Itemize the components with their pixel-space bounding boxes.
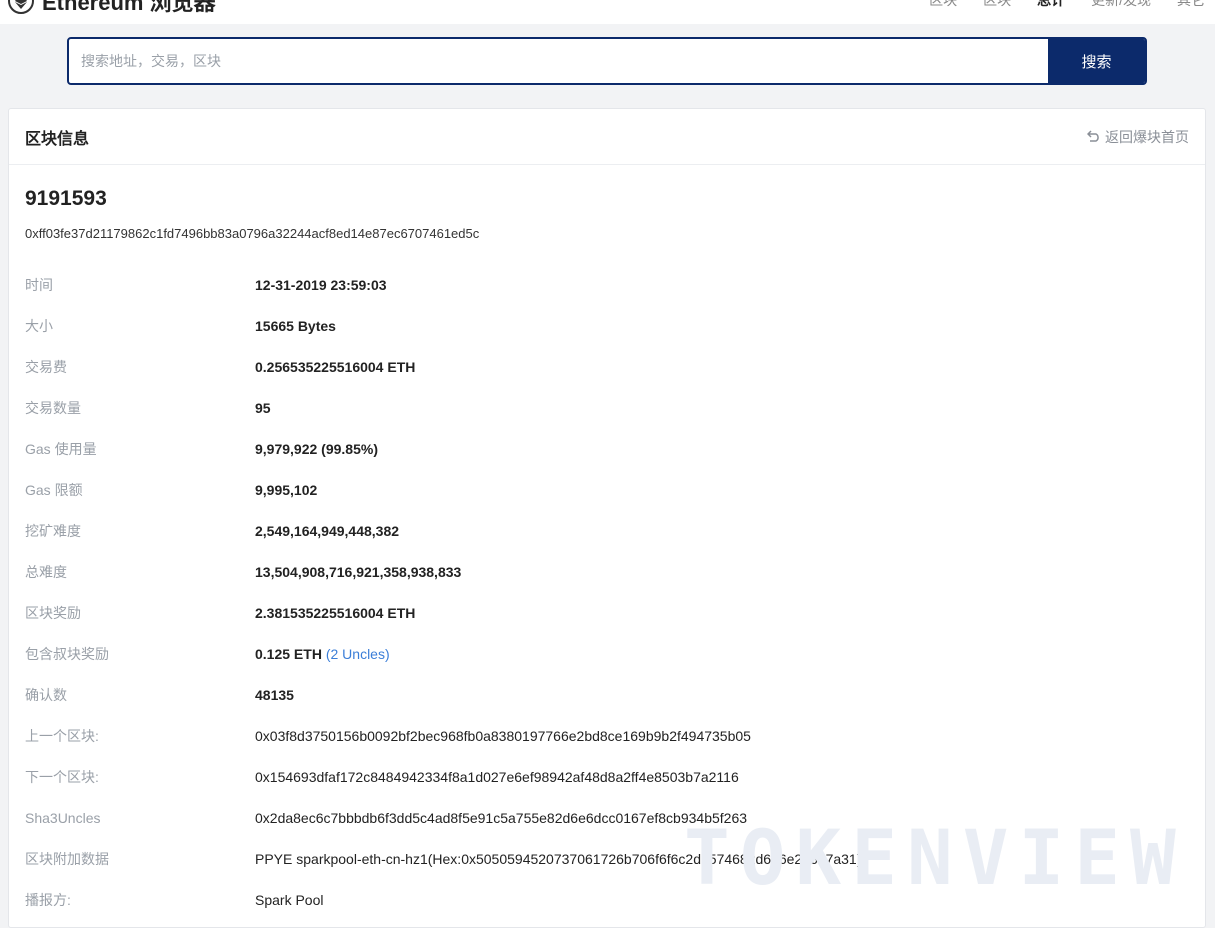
uncle-reward-amount: 0.125 ETH <box>255 645 322 662</box>
back-link-label: 返回爆块首页 <box>1105 128 1189 145</box>
return-arrow-icon <box>1086 129 1101 145</box>
detail-label: 大小 <box>25 317 53 334</box>
detail-value: 2,549,164,949,448,382 <box>255 522 400 539</box>
uncles-link[interactable]: (2 Uncles) <box>326 646 390 662</box>
detail-label: 区块奖励 <box>25 604 81 621</box>
detail-label: 挖矿难度 <box>25 522 81 539</box>
card-title: 区块信息 <box>25 130 90 148</box>
detail-label: 时间 <box>25 276 53 293</box>
search-input[interactable] <box>69 39 1048 83</box>
detail-row-time: 时间 12-31-2019 23:59:03 <box>25 264 1195 305</box>
detail-value: 0.256535225516004 ETH <box>255 358 416 375</box>
detail-value: PPYE sparkpool-eth-cn-hz1(Hex:0x50505945… <box>255 850 862 867</box>
detail-row-tx-count: 交易数量 95 <box>25 387 1195 428</box>
brand[interactable]: Ethereum 浏览器 <box>8 0 216 16</box>
detail-label: 上一个区块: <box>25 727 99 744</box>
detail-label: Gas 使用量 <box>25 440 97 457</box>
detail-row-size: 大小 15665 Bytes <box>25 305 1195 346</box>
detail-row-next-block: 下一个区块: 0x154693dfaf172c8484942334f8a1d02… <box>25 756 1195 797</box>
detail-value: 95 <box>255 399 271 416</box>
nav-item-3[interactable]: 总计 <box>1037 0 1065 10</box>
detail-label: 包含叔块奖励 <box>25 645 109 662</box>
block-number: 9191593 <box>25 187 107 210</box>
detail-label: 交易费 <box>25 358 67 375</box>
detail-row-difficulty: 挖矿难度 2,549,164,949,448,382 <box>25 510 1195 551</box>
detail-row-gas-limit: Gas 限额 9,995,102 <box>25 469 1195 510</box>
miner-link[interactable]: Spark Pool <box>255 892 323 908</box>
detail-label: 确认数 <box>25 686 67 703</box>
detail-row-total-difficulty: 总难度 13,504,908,716,921,358,938,833 <box>25 551 1195 592</box>
detail-row-confirmations: 确认数 48135 <box>25 674 1195 715</box>
brand-name: Ethereum 浏览器 <box>42 0 216 15</box>
detail-value: 15665 Bytes <box>255 317 336 334</box>
detail-row-prev-block: 上一个区块: 0x03f8d3750156b0092bf2bec968fb0a8… <box>25 715 1195 756</box>
detail-value: 0x2da8ec6c7bbbdb6f3dd5c4ad8f5e91c5a755e8… <box>255 809 748 826</box>
detail-label: Sha3Uncles <box>25 809 101 826</box>
detail-row-gas-used: Gas 使用量 9,979,922 (99.85%) <box>25 428 1195 469</box>
search-button[interactable]: 搜索 <box>1048 39 1145 83</box>
detail-value: 13,504,908,716,921,358,938,833 <box>255 563 462 580</box>
block-details: 时间 12-31-2019 23:59:03 大小 15665 Bytes 交易… <box>25 264 1195 920</box>
nav-menu: 区块 区块 总计 更新/发现 其它 <box>929 0 1205 10</box>
nav-item-4[interactable]: 更新/发现 <box>1091 0 1151 10</box>
card-header: 区块信息 返回爆块首页 <box>9 109 1205 165</box>
nav-item-2[interactable]: 区块 <box>983 0 1011 10</box>
search-bar: 搜索 <box>67 37 1147 85</box>
detail-label: 区块附加数据 <box>25 850 109 867</box>
detail-label: 交易数量 <box>25 399 81 416</box>
detail-row-extra-data: 区块附加数据 PPYE sparkpool-eth-cn-hz1(Hex:0x5… <box>25 838 1195 879</box>
back-to-blocks-link[interactable]: 返回爆块首页 <box>1086 127 1189 147</box>
detail-label: 总难度 <box>25 563 67 580</box>
prev-block-link[interactable]: 0x03f8d3750156b0092bf2bec968fb0a83801977… <box>255 728 751 744</box>
detail-label: 下一个区块: <box>25 768 99 785</box>
ethereum-logo-icon <box>8 0 34 14</box>
nav-item-5[interactable]: 其它 <box>1177 0 1205 10</box>
detail-row-fee: 交易费 0.256535225516004 ETH <box>25 346 1195 387</box>
detail-value: 48135 <box>255 686 294 703</box>
block-info-card: 区块信息 返回爆块首页 9191593 0xff03fe37d21179862c… <box>8 108 1206 928</box>
top-navbar: Ethereum 浏览器 区块 区块 总计 更新/发现 其它 <box>0 0 1215 24</box>
detail-value: 2.381535225516004 ETH <box>255 604 416 621</box>
detail-row-uncle-reward: 包含叔块奖励 0.125 ETH (2 Uncles) <box>25 633 1195 674</box>
detail-label: Gas 限额 <box>25 481 83 498</box>
detail-value: 12-31-2019 23:59:03 <box>255 276 387 293</box>
detail-value: 9,995,102 <box>255 481 318 498</box>
block-hash: 0xff03fe37d21179862c1fd7496bb83a0796a322… <box>25 226 480 241</box>
detail-row-block-reward: 区块奖励 2.381535225516004 ETH <box>25 592 1195 633</box>
detail-label: 播报方: <box>25 891 71 908</box>
detail-row-sha3uncles: Sha3Uncles 0x2da8ec6c7bbbdb6f3dd5c4ad8f5… <box>25 797 1195 838</box>
detail-value: 0.125 ETH (2 Uncles) <box>255 646 390 662</box>
next-block-link[interactable]: 0x154693dfaf172c8484942334f8a1d027e6ef98… <box>255 769 739 785</box>
nav-item-1[interactable]: 区块 <box>929 0 957 10</box>
detail-row-miner: 播报方: Spark Pool <box>25 879 1195 920</box>
detail-value: 9,979,922 (99.85%) <box>255 440 378 457</box>
